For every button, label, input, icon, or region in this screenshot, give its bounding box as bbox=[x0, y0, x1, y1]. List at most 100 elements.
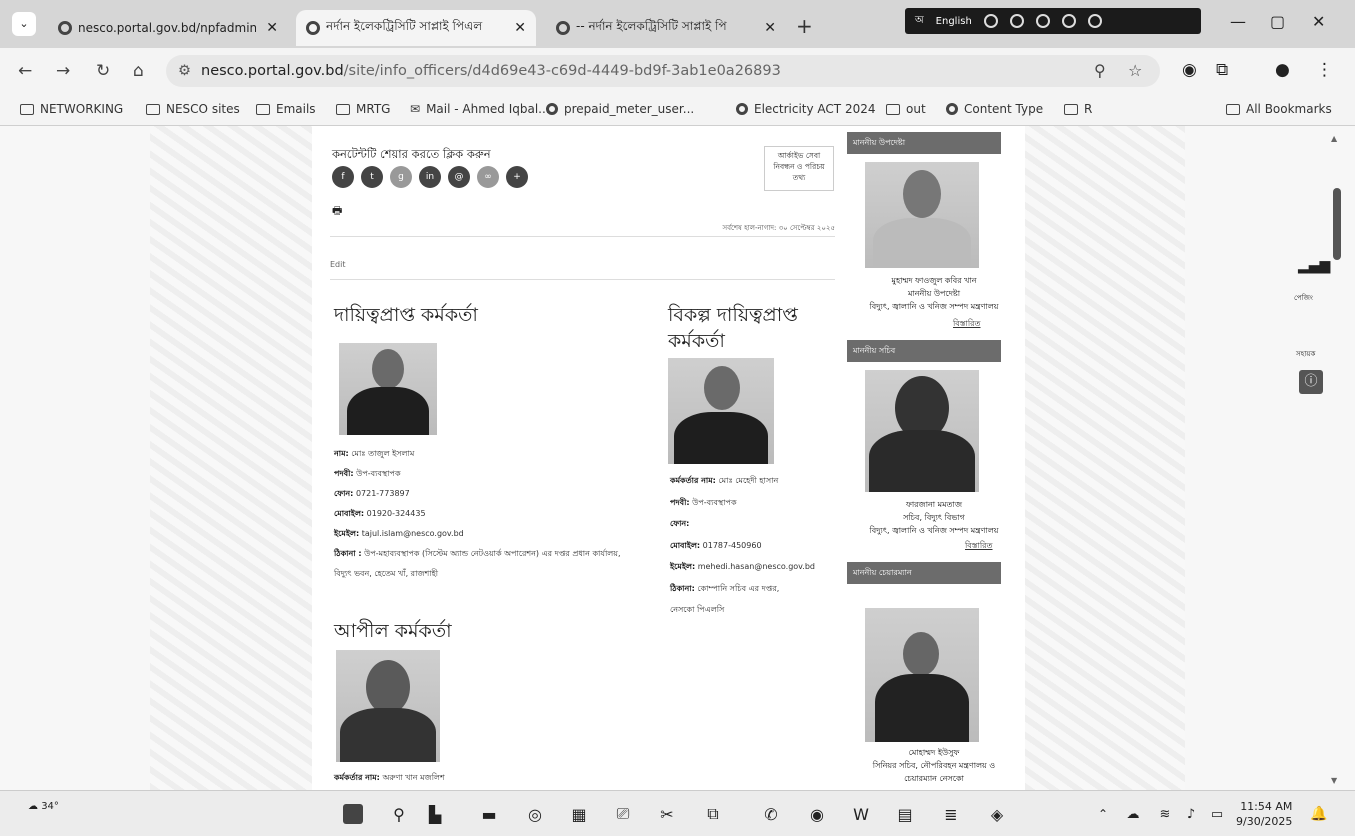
search-icon[interactable]: ⚲ bbox=[386, 801, 412, 827]
task-view-icon[interactable]: ▙ bbox=[422, 801, 448, 827]
close-icon[interactable]: ✕ bbox=[514, 20, 526, 36]
info-value: নেসকো পিএলসি bbox=[670, 605, 725, 614]
start-icon[interactable] bbox=[340, 801, 366, 827]
forward-button[interactable]: → bbox=[56, 61, 70, 81]
settings-icon[interactable] bbox=[1009, 14, 1024, 28]
bookmark-item[interactable]: prepaid_meter_user... bbox=[546, 102, 694, 116]
accessibility-icon[interactable]: ⓘ bbox=[1299, 370, 1323, 394]
snipping-tool-icon[interactable]: ✂ bbox=[654, 801, 680, 827]
share-buttons: f t g in @ ∞ + bbox=[332, 166, 528, 188]
back-button[interactable]: ← bbox=[18, 61, 32, 81]
tab-title: nesco.portal.gov.bd/npfadmin/ bbox=[78, 21, 257, 35]
volume-icon[interactable]: ♪ bbox=[1178, 801, 1204, 827]
language-toolbar[interactable]: অ English bbox=[905, 8, 1201, 34]
scroll-down-icon[interactable]: ▼ bbox=[1331, 776, 1337, 785]
info-line: ইমেইল: tajul.islam@nesco.gov.bd bbox=[334, 524, 654, 544]
officer-photo bbox=[339, 343, 437, 435]
caption-line: ফারজানা মমতাজ bbox=[905, 500, 963, 509]
remote-desktop-icon[interactable]: ⎚ bbox=[610, 801, 636, 827]
browser-toolbar: ← → ↻ ⌂ ⚙ nesco.portal.gov.bd /site/info… bbox=[0, 48, 1355, 94]
clock[interactable]: 11:54 AM 9/30/2025 bbox=[1236, 799, 1292, 829]
battery-icon[interactable]: ▭ bbox=[1204, 801, 1230, 827]
close-icon[interactable]: ✕ bbox=[764, 20, 776, 36]
address-bar[interactable]: ⚙ nesco.portal.gov.bd /site/info_officer… bbox=[166, 55, 1160, 87]
zoom-icon[interactable]: ⚲ bbox=[1094, 61, 1106, 80]
menu-icon[interactable]: ⋮ bbox=[1316, 60, 1333, 80]
info-value: উপ-ব্যবস্থাপক bbox=[356, 469, 401, 478]
facebook-icon[interactable]: f bbox=[332, 166, 354, 188]
spreadsheet-icon[interactable]: ▤ bbox=[892, 801, 918, 827]
notification-icon[interactable]: 🔔 bbox=[1306, 801, 1332, 827]
weather-widget[interactable]: ☁ 34° bbox=[28, 801, 59, 812]
word-icon[interactable]: W bbox=[848, 801, 874, 827]
network-tool-icon[interactable]: ⧉ bbox=[700, 801, 726, 827]
email-link[interactable]: mehedi.hasan@nesco.gov.bd bbox=[698, 562, 815, 571]
refresh-icon[interactable] bbox=[1035, 14, 1050, 28]
notepad-icon[interactable]: ≣ bbox=[938, 801, 964, 827]
info-line: নাম: মোঃ তাজুল ইসলাম bbox=[334, 444, 654, 464]
puzzle-icon[interactable]: ⧉ bbox=[1216, 60, 1228, 80]
edit-link[interactable]: Edit bbox=[330, 260, 346, 269]
twitter-icon[interactable]: t bbox=[361, 166, 383, 188]
minimize-button[interactable]: — bbox=[1230, 12, 1246, 31]
wifi-icon[interactable]: ≋ bbox=[1152, 801, 1178, 827]
bookmark-item[interactable]: Emails bbox=[256, 102, 316, 116]
close-icon[interactable]: ✕ bbox=[266, 20, 278, 36]
bookmark-item[interactable]: R bbox=[1064, 102, 1092, 116]
tab-search-button[interactable]: ⌄ bbox=[12, 12, 36, 36]
scroll-up-icon[interactable]: ▲ bbox=[1331, 134, 1337, 143]
link-icon[interactable]: ∞ bbox=[477, 166, 499, 188]
restore-button[interactable]: ▢ bbox=[1270, 12, 1285, 31]
extension-icon[interactable]: ◉ bbox=[1182, 60, 1197, 80]
calculator-icon[interactable]: ▦ bbox=[566, 801, 592, 827]
bookmark-item[interactable]: Electricity ACT 2024 bbox=[736, 102, 875, 116]
power-icon[interactable] bbox=[1087, 14, 1102, 28]
app-icon[interactable]: ◈ bbox=[984, 801, 1010, 827]
bookmark-item[interactable]: ✉ Mail - Ahmed Iqbal... bbox=[410, 102, 550, 116]
bookmark-star-icon[interactable]: ☆ bbox=[1128, 61, 1142, 80]
share-title: কনটেন্টটি শেয়ার করতে ক্লিক করুন bbox=[332, 147, 491, 161]
linkedin-icon[interactable]: in bbox=[419, 166, 441, 188]
info-label: কর্মকর্তার নাম: bbox=[670, 476, 716, 485]
cloud-icon[interactable]: ☁ bbox=[1120, 801, 1146, 827]
new-tab-button[interactable]: + bbox=[796, 14, 813, 38]
file-explorer-icon[interactable]: ▬ bbox=[476, 801, 502, 827]
profile-avatar-icon[interactable]: ● bbox=[1275, 60, 1290, 80]
chevron-up-icon[interactable]: ⌃ bbox=[1090, 801, 1116, 827]
tab-3[interactable]: -- নর্দান ইলেকট্রিসিটি সাপ্লাই পি ✕ bbox=[546, 10, 786, 46]
info-line: মোবাইল: 01920-324435 bbox=[334, 504, 654, 524]
print-icon[interactable]: 🖶 bbox=[332, 202, 342, 221]
language-label[interactable]: English bbox=[936, 16, 972, 27]
help-icon[interactable] bbox=[1061, 14, 1076, 28]
email-icon[interactable]: @ bbox=[448, 166, 470, 188]
bookmark-item[interactable]: Content Type bbox=[946, 102, 1043, 116]
keyboard-icon[interactable] bbox=[983, 14, 998, 28]
bookmark-item[interactable]: NESCO sites bbox=[146, 102, 240, 116]
email-link[interactable]: tajul.islam@nesco.gov.bd bbox=[362, 529, 464, 538]
details-link[interactable]: বিস্তারিত bbox=[965, 540, 993, 553]
chrome-icon[interactable]: ◎ bbox=[522, 801, 548, 827]
bookmark-item[interactable]: out bbox=[886, 102, 926, 116]
bookmark-item[interactable]: MRTG bbox=[336, 102, 390, 116]
info-value: বিদ্যুৎ ভবন, হেতেম খাঁ, রাজশাহী bbox=[334, 569, 439, 578]
window-close-button[interactable]: ✕ bbox=[1312, 12, 1325, 31]
tab-1[interactable]: nesco.portal.gov.bd/npfadmin/ ✕ bbox=[48, 10, 288, 46]
secretary-photo bbox=[865, 370, 979, 492]
tab-2[interactable]: নর্দান ইলেকট্রিসিটি সাপ্লাই পিএল ✕ bbox=[296, 10, 536, 46]
google-icon[interactable]: g bbox=[390, 166, 412, 188]
share-icon[interactable]: + bbox=[506, 166, 528, 188]
all-bookmarks[interactable]: All Bookmarks bbox=[1226, 102, 1332, 116]
signal-bars-icon[interactable]: ▂▄▆ bbox=[1298, 258, 1330, 274]
details-link[interactable]: বিস্তারিত bbox=[953, 318, 981, 331]
home-button[interactable]: ⌂ bbox=[133, 61, 144, 81]
chrome-active-icon[interactable]: ◉ bbox=[804, 801, 830, 827]
page-scrollbar[interactable]: ▲ ▼ bbox=[1328, 126, 1350, 790]
bookmark-item[interactable]: NETWORKING bbox=[20, 102, 123, 116]
info-line: ইমেইল: mehedi.hasan@nesco.gov.bd bbox=[670, 556, 840, 578]
scroll-thumb[interactable] bbox=[1333, 188, 1341, 260]
whatsapp-icon[interactable]: ✆ bbox=[758, 801, 784, 827]
alt-officer-heading: বিকল্প দায়িত্বপ্রাপ্ত কর্মকর্তা bbox=[668, 304, 798, 352]
site-info-icon[interactable]: ⚙ bbox=[178, 63, 191, 79]
reload-button[interactable]: ↻ bbox=[96, 61, 110, 81]
archive-box[interactable]: আর্কাইভ সেবা নিবন্ধন ও পরিচয় তথ্য bbox=[764, 146, 834, 191]
